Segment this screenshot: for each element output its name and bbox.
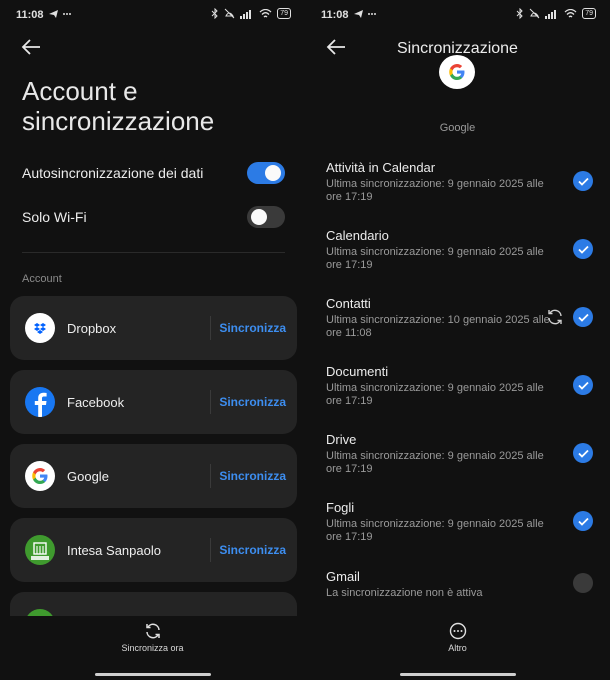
sync-item-calendar[interactable]: Calendario Ultima sincronizzazione: 9 ge… (326, 228, 596, 272)
sync-item-name: Fogli (326, 500, 355, 515)
dropbox-icon (25, 313, 55, 343)
google-icon (25, 461, 55, 491)
back-arrow-icon[interactable] (325, 38, 349, 58)
sync-checkbox[interactable] (573, 171, 593, 191)
sync-checkbox[interactable] (573, 307, 593, 327)
sync-item-calendar-tasks[interactable]: Attività in Calendar Ultima sincronizzaz… (326, 160, 596, 204)
account-name: Intesa Sanpaolo (67, 543, 161, 558)
telegram-notification-icon (48, 8, 74, 23)
sync-checkbox[interactable] (573, 375, 593, 395)
toggle-knob (251, 209, 267, 225)
sync-item-status: Ultima sincronizzazione: 9 gennaio 2025 … (326, 382, 544, 407)
google-logo-icon (439, 55, 475, 89)
status-bar: 11:08 79 (305, 6, 610, 24)
sync-intesa-sanpaolo-button[interactable]: Sincronizza (219, 543, 286, 557)
sync-checkbox[interactable] (573, 511, 593, 531)
google-sync-screen: 11:08 79 Sincronizzazione Google Attivit… (305, 0, 610, 680)
divider (22, 252, 285, 253)
sync-item-name: Drive (326, 432, 357, 447)
auto-sync-label: Autosincronizzazione dei dati (22, 165, 204, 181)
battery-icon: 79 (277, 8, 291, 19)
sync-now-label: Sincronizza ora (121, 643, 184, 653)
bluetooth-icon (516, 8, 523, 19)
separator (210, 390, 211, 414)
separator (210, 464, 211, 488)
separator (210, 538, 211, 562)
wifi-only-label: Solo Wi-Fi (22, 209, 87, 225)
sync-item-status: Ultima sincronizzazione: 10 gennaio 2025… (326, 314, 550, 339)
separator (210, 316, 211, 340)
auto-sync-toggle[interactable] (247, 162, 285, 184)
account-name: Google (67, 469, 109, 484)
account-card-dropbox[interactable]: Dropbox Sincronizza (10, 296, 297, 360)
sync-item-status: La sincronizzazione non è attiva (326, 587, 483, 599)
facebook-icon (25, 387, 55, 417)
sync-item-status: Ultima sincronizzazione: 9 gennaio 2025 … (326, 178, 544, 203)
status-time: 11:08 (321, 9, 349, 21)
wifi-only-toggle[interactable] (247, 206, 285, 228)
wifi-icon (259, 8, 272, 17)
account-card-intesa-sanpaolo[interactable]: Intesa Sanpaolo Sincronizza (10, 518, 297, 582)
home-indicator[interactable] (399, 673, 516, 676)
signal-icon (240, 9, 252, 19)
sync-item-name: Attività in Calendar (326, 160, 436, 175)
sync-item-sheets[interactable]: Fogli Ultima sincronizzazione: 9 gennaio… (326, 500, 596, 544)
intesa-sanpaolo-icon (25, 535, 55, 565)
sync-item-name: Gmail (326, 569, 360, 584)
more-icon (449, 622, 466, 640)
status-time: 11:08 (16, 9, 44, 21)
bluetooth-icon (211, 8, 218, 19)
syncing-icon (546, 308, 564, 326)
sync-checkbox[interactable] (573, 239, 593, 259)
wifi-icon (564, 8, 577, 17)
wifi-only-setting[interactable]: Solo Wi-Fi (22, 205, 285, 229)
battery-icon: 79 (582, 8, 596, 19)
dnd-off-icon (224, 8, 235, 19)
back-arrow-icon[interactable] (20, 38, 44, 58)
page-title: Account e sincronizzazione (22, 76, 215, 136)
account-card-facebook[interactable]: Facebook Sincronizza (10, 370, 297, 434)
signal-icon (545, 9, 557, 19)
account-card-google[interactable]: Google Sincronizza (10, 444, 297, 508)
sync-checkbox[interactable] (573, 443, 593, 463)
sync-item-status: Ultima sincronizzazione: 9 gennaio 2025 … (326, 518, 544, 543)
accounts-section-header: Account (22, 273, 62, 285)
sync-icon (145, 623, 160, 639)
sync-item-name: Calendario (326, 228, 389, 243)
status-icons: 79 (516, 8, 596, 19)
account-label: Google (439, 122, 476, 134)
sync-now-button[interactable]: Sincronizza ora (0, 622, 305, 653)
account-sync-screen: 11:08 79 Account e sincronizzazione Auto… (0, 0, 305, 680)
status-icons: 79 (211, 8, 291, 19)
home-indicator[interactable] (94, 673, 211, 676)
sync-checkbox[interactable] (573, 573, 593, 593)
sync-facebook-button[interactable]: Sincronizza (219, 395, 286, 409)
sync-item-gmail[interactable]: Gmail La sincronizzazione non è attiva (326, 569, 596, 600)
sync-item-status: Ultima sincronizzazione: 9 gennaio 2025 … (326, 450, 544, 475)
sync-item-name: Documenti (326, 364, 389, 379)
sync-item-status: Ultima sincronizzazione: 9 gennaio 2025 … (326, 246, 544, 271)
sync-item-contacts[interactable]: Contatti Ultima sincronizzazione: 10 gen… (326, 296, 596, 340)
sync-google-button[interactable]: Sincronizza (219, 469, 286, 483)
account-name: Dropbox (67, 321, 117, 336)
sync-item-documents[interactable]: Documenti Ultima sincronizzazione: 9 gen… (326, 364, 596, 408)
dnd-off-icon (529, 8, 540, 19)
sync-item-drive[interactable]: Drive Ultima sincronizzazione: 9 gennaio… (326, 432, 596, 476)
telegram-notification-icon (353, 8, 379, 23)
more-label: Altro (448, 643, 467, 653)
toggle-knob (265, 165, 281, 181)
more-button[interactable]: Altro (305, 622, 610, 653)
status-bar: 11:08 79 (0, 6, 305, 24)
account-name: Facebook (67, 395, 125, 410)
auto-sync-setting[interactable]: Autosincronizzazione dei dati (22, 161, 285, 185)
sync-dropbox-button[interactable]: Sincronizza (219, 321, 286, 335)
